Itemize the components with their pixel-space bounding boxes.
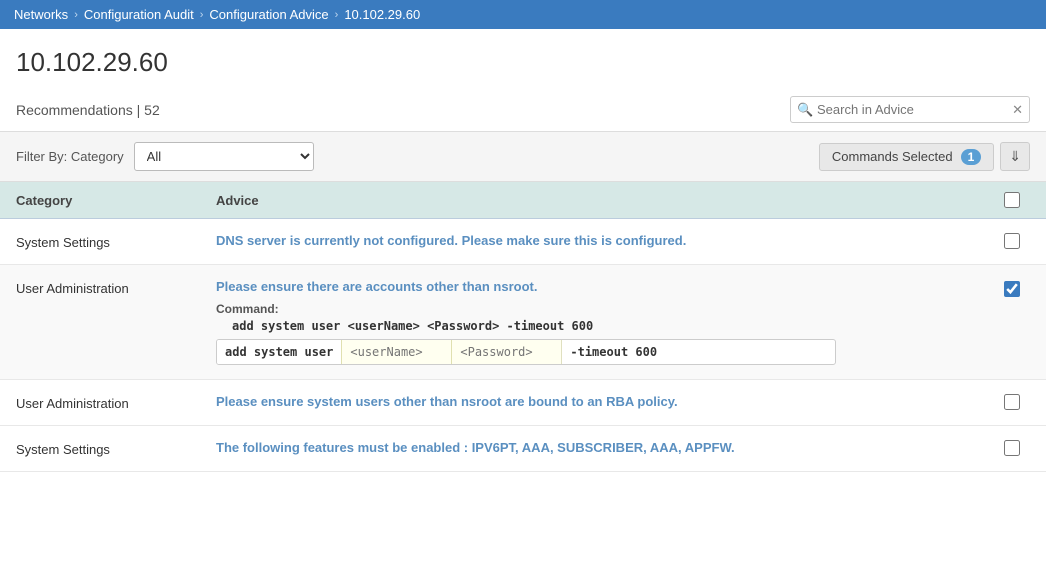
rec-label-text: Recommendations bbox=[16, 102, 133, 118]
row-advice-1: DNS server is currently not configured. … bbox=[216, 233, 994, 248]
row-advice-3: Please ensure system users other than ns… bbox=[216, 394, 994, 409]
row-checkbox-1[interactable] bbox=[1004, 233, 1020, 249]
row-check-4 bbox=[994, 440, 1030, 456]
commands-selected-area: Commands Selected 1 ⇓ bbox=[819, 142, 1030, 171]
col-header-advice: Advice bbox=[216, 193, 994, 208]
row-checkbox-2[interactable] bbox=[1004, 281, 1020, 297]
cmd-username-input[interactable] bbox=[341, 340, 451, 364]
breadcrumb-networks[interactable]: Networks bbox=[14, 7, 68, 22]
filter-row: Filter By: Category All System Settings … bbox=[0, 132, 1046, 182]
cmd-password-input[interactable] bbox=[451, 340, 561, 364]
row-checkbox-3[interactable] bbox=[1004, 394, 1020, 410]
commands-selected-label: Commands Selected bbox=[832, 149, 953, 164]
advice-link-4[interactable]: The following features must be enabled :… bbox=[216, 440, 735, 455]
row-category-1: System Settings bbox=[16, 233, 216, 250]
advice-link-1[interactable]: DNS server is currently not configured. … bbox=[216, 233, 686, 248]
filter-category-select[interactable]: All System Settings User Administration … bbox=[134, 142, 314, 171]
col-header-check bbox=[994, 192, 1030, 208]
row-category-2: User Administration bbox=[16, 279, 216, 296]
row-category-3: User Administration bbox=[16, 394, 216, 411]
command-label: Command: bbox=[216, 302, 279, 316]
col-header-category: Category bbox=[16, 193, 216, 208]
filter-label: Filter By: Category bbox=[16, 149, 124, 164]
table-wrapper: Category Advice System Settings DNS serv… bbox=[0, 182, 1046, 472]
table-row: User Administration Please ensure system… bbox=[0, 380, 1046, 426]
rec-count: 52 bbox=[144, 102, 160, 118]
table-header: Category Advice bbox=[0, 182, 1046, 219]
command-input-row: add system user -timeout 600 bbox=[216, 339, 836, 365]
search-wrapper: 🔍 ✕ bbox=[790, 96, 1030, 123]
row-advice-4: The following features must be enabled :… bbox=[216, 440, 994, 455]
breadcrumb-sep-2: › bbox=[200, 9, 204, 21]
table-row: System Settings DNS server is currently … bbox=[0, 219, 1046, 265]
table-row: System Settings The following features m… bbox=[0, 426, 1046, 472]
download-button[interactable]: ⇓ bbox=[1000, 142, 1030, 171]
row-check-3 bbox=[994, 394, 1030, 410]
page-title: 10.102.29.60 bbox=[0, 29, 1046, 88]
breadcrumb-config-audit[interactable]: Configuration Audit bbox=[84, 7, 194, 22]
search-input[interactable] bbox=[790, 96, 1030, 123]
advice-link-2[interactable]: Please ensure there are accounts other t… bbox=[216, 279, 538, 294]
toolbar: Recommendations | 52 🔍 ✕ bbox=[0, 88, 1046, 132]
recommendations-label: Recommendations | 52 bbox=[16, 102, 160, 118]
command-text: add system user <userName> <Password> -t… bbox=[232, 319, 994, 333]
commands-selected-button[interactable]: Commands Selected 1 bbox=[819, 143, 994, 171]
cmd-static-1: add system user bbox=[217, 340, 341, 364]
advice-link-3[interactable]: Please ensure system users other than ns… bbox=[216, 394, 678, 409]
breadcrumb: Networks › Configuration Audit › Configu… bbox=[0, 0, 1046, 29]
breadcrumb-sep-3: › bbox=[335, 9, 339, 21]
filter-left: Filter By: Category All System Settings … bbox=[16, 142, 314, 171]
breadcrumb-config-advice[interactable]: Configuration Advice bbox=[209, 7, 328, 22]
row-category-4: System Settings bbox=[16, 440, 216, 457]
row-advice-2: Please ensure there are accounts other t… bbox=[216, 279, 994, 365]
row-check-2 bbox=[994, 279, 1030, 297]
breadcrumb-ip: 10.102.29.60 bbox=[344, 7, 420, 22]
table-row-expanded: User Administration Please ensure there … bbox=[0, 265, 1046, 380]
row-check-1 bbox=[994, 233, 1030, 249]
row-checkbox-4[interactable] bbox=[1004, 440, 1020, 456]
close-icon[interactable]: ✕ bbox=[1012, 102, 1023, 118]
cmd-static-2: -timeout 600 bbox=[561, 340, 665, 364]
breadcrumb-sep-1: › bbox=[74, 9, 78, 21]
commands-badge: 1 bbox=[961, 149, 982, 165]
search-icon: 🔍 bbox=[797, 102, 813, 118]
select-all-checkbox[interactable] bbox=[1004, 192, 1020, 208]
command-block: Command: add system user <userName> <Pas… bbox=[216, 302, 994, 365]
